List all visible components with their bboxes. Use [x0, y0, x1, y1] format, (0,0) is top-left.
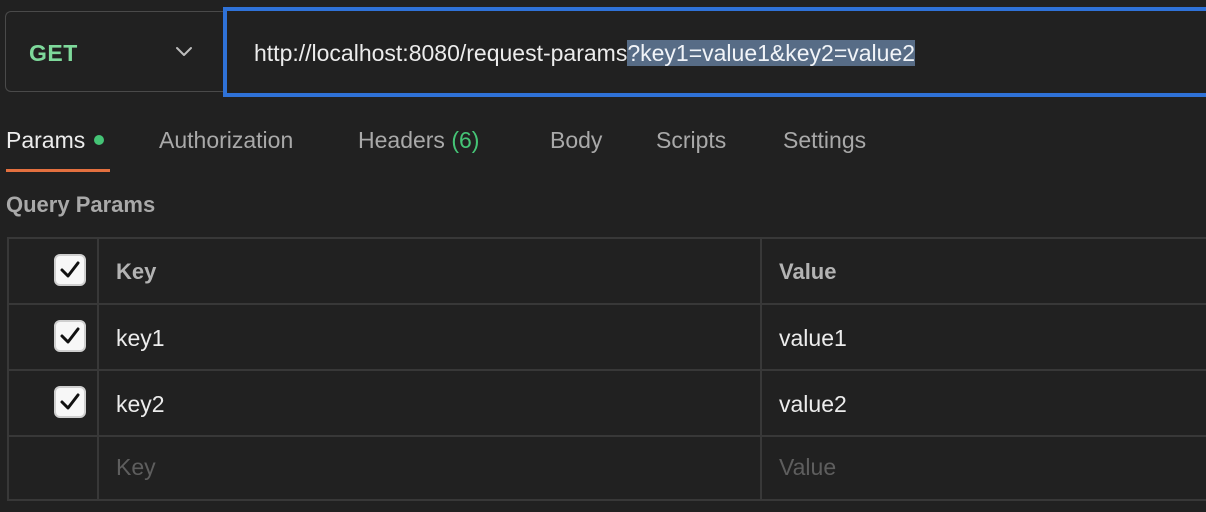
column-header-key: Key	[116, 259, 157, 284]
tab-params-label: Params	[6, 127, 86, 153]
table-row: key1 value1	[9, 305, 1206, 371]
table-row-new: Key Value	[9, 437, 1206, 503]
tab-settings-label: Settings	[783, 127, 867, 153]
tab-body-label: Body	[550, 127, 603, 153]
tab-body[interactable]: Body	[550, 126, 602, 154]
table-header-row: Key Value	[9, 239, 1206, 305]
checkmark-icon	[60, 393, 80, 410]
url-input[interactable]: http://localhost:8080/request-params?key…	[223, 7, 1206, 97]
chevron-down-icon	[176, 47, 192, 56]
param-key-field[interactable]: key1	[116, 324, 165, 352]
tab-headers-label: Headers	[358, 127, 445, 153]
request-tabs: Params Authorization Headers (6) Body Sc…	[0, 112, 1206, 172]
headers-count-badge: (6)	[451, 127, 480, 153]
tab-params[interactable]: Params	[6, 126, 105, 154]
column-header-value: Value	[779, 259, 837, 284]
param-value-field[interactable]: value2	[779, 390, 847, 418]
active-tab-indicator	[6, 169, 110, 172]
url-query-selected: ?key1=value1&key2=value2	[627, 40, 916, 66]
row-checkbox[interactable]	[54, 386, 86, 418]
method-label: GET	[29, 40, 78, 66]
url-base: http://localhost:8080/request-params	[254, 40, 628, 66]
tab-scripts[interactable]: Scripts	[656, 126, 726, 154]
tab-authorization[interactable]: Authorization	[159, 126, 293, 154]
param-key-field[interactable]: key2	[116, 390, 165, 418]
param-value-field[interactable]: value1	[779, 324, 847, 352]
request-editor: GET http://localhost:8080/request-params…	[0, 0, 1206, 512]
section-title: Query Params	[6, 192, 156, 217]
row-checkbox[interactable]	[54, 320, 86, 352]
new-value-input[interactable]: Value	[779, 453, 836, 481]
tab-headers[interactable]: Headers (6)	[358, 126, 479, 154]
new-key-input[interactable]: Key	[116, 453, 156, 481]
checkmark-icon	[60, 261, 80, 278]
table-row: key2 value2	[9, 371, 1206, 437]
select-all-checkbox[interactable]	[54, 254, 86, 286]
checkmark-icon	[60, 327, 80, 344]
status-dot-icon	[94, 135, 105, 146]
tab-scripts-label: Scripts	[656, 127, 727, 153]
url-text: http://localhost:8080/request-params?key…	[254, 39, 916, 67]
query-params-table: Key Value key1 value1 key2 value2 Key Va…	[7, 237, 1206, 501]
tab-authorization-label: Authorization	[159, 127, 294, 153]
tab-settings[interactable]: Settings	[783, 126, 866, 154]
method-dropdown[interactable]: GET	[5, 11, 223, 92]
